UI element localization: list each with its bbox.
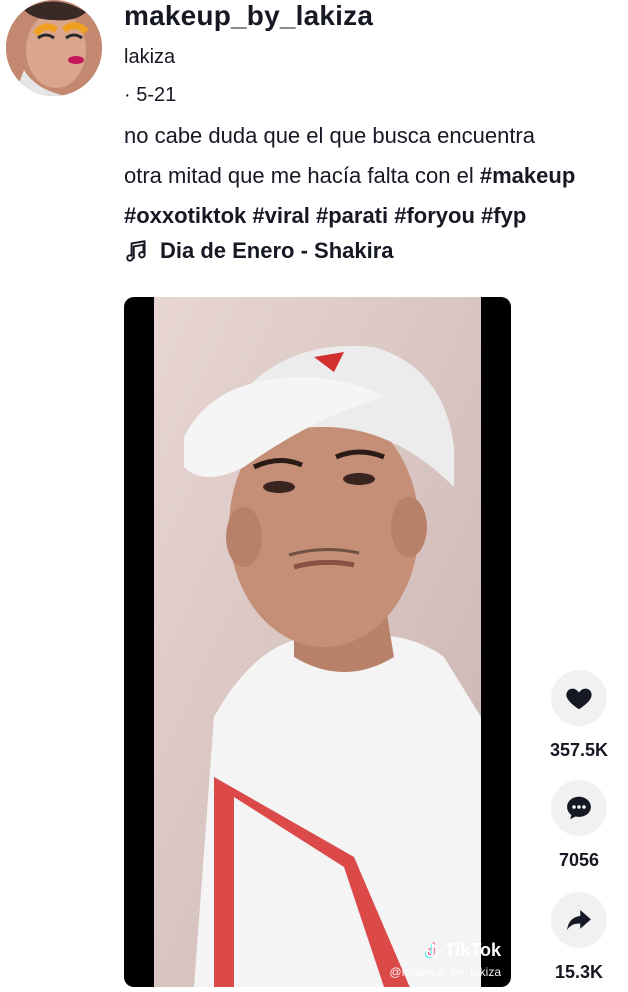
- comment-count: 7056: [558, 850, 600, 870]
- share-action: 15.3K: [548, 892, 610, 983]
- video-frame: [154, 297, 481, 987]
- caption-text: otra mitad que me hacía falta con el: [124, 163, 480, 188]
- post-caption: no cabe duda que el que busca encuentra …: [124, 116, 628, 236]
- caption-hashtags[interactable]: #oxxotiktok #viral #parati #foryou #fyp: [124, 196, 628, 236]
- comment-button[interactable]: [551, 780, 607, 836]
- share-icon: [567, 910, 591, 930]
- heart-icon: [566, 688, 592, 710]
- video-player[interactable]: TikTok @makeup_by_lakiza: [124, 297, 511, 987]
- watermark-handle: @makeup_by_lakiza: [389, 965, 501, 979]
- like-button[interactable]: [551, 670, 607, 726]
- music-note-icon: [126, 240, 146, 262]
- caption-line-1: no cabe duda que el que busca encuentra: [124, 123, 535, 148]
- comment-action: 7056: [548, 780, 610, 871]
- like-action: 357.5K: [548, 670, 610, 761]
- video-thumbnail: [154, 297, 481, 987]
- caption-line-2: otra mitad que me hacía falta con el #ma…: [124, 156, 628, 196]
- avatar[interactable]: [6, 0, 102, 96]
- hashtag-link[interactable]: #makeup: [480, 163, 575, 188]
- like-count: 357.5K: [549, 740, 609, 760]
- music-title: Dia de Enero - Shakira: [160, 238, 394, 263]
- watermark-brand: TikTok: [444, 940, 501, 960]
- post-date: · 5-21: [124, 84, 177, 106]
- tiktok-watermark: TikTok @makeup_by_lakiza: [389, 940, 501, 979]
- music-link[interactable]: Dia de Enero - Shakira: [124, 238, 394, 264]
- share-count: 15.3K: [554, 962, 604, 982]
- tiktok-logo-icon: [424, 942, 437, 958]
- share-button[interactable]: [551, 892, 607, 948]
- avatar-image: [6, 0, 102, 96]
- author-nickname[interactable]: lakiza: [124, 46, 175, 69]
- comment-icon: [567, 796, 591, 820]
- author-username[interactable]: makeup_by_lakiza: [124, 0, 373, 32]
